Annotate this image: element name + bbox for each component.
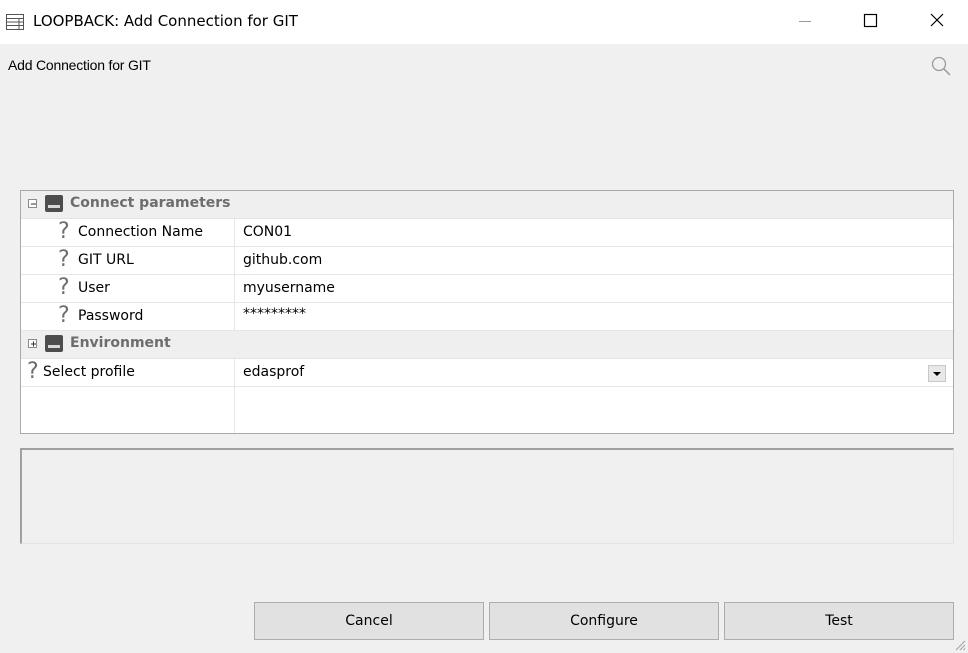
property-row-user[interactable]: ? User myusername bbox=[21, 275, 953, 303]
help-icon: ? bbox=[58, 247, 70, 272]
window-list-icon bbox=[6, 14, 24, 30]
category-environment[interactable]: Environment bbox=[21, 331, 953, 359]
column-divider bbox=[234, 359, 235, 387]
category-label: Connect parameters bbox=[70, 195, 231, 211]
description-panel bbox=[20, 448, 954, 544]
column-divider bbox=[234, 275, 235, 303]
category-label: Environment bbox=[70, 335, 171, 351]
minus-icon bbox=[31, 203, 36, 205]
chevron-down-icon bbox=[933, 372, 941, 376]
search-icon[interactable] bbox=[930, 55, 952, 77]
column-divider bbox=[234, 303, 235, 331]
minimize-icon bbox=[799, 21, 811, 22]
user-value[interactable]: myusername bbox=[243, 280, 335, 296]
category-connect-parameters[interactable]: Connect parameters bbox=[21, 191, 953, 219]
collapse-toggle[interactable] bbox=[28, 199, 37, 208]
category-icon bbox=[45, 195, 63, 212]
minimize-button[interactable] bbox=[782, 0, 828, 44]
help-icon: ? bbox=[58, 275, 70, 300]
password-value[interactable]: ********* bbox=[243, 306, 306, 322]
property-row-password[interactable]: ? Password ********* bbox=[21, 303, 953, 331]
property-name: Select profile bbox=[43, 364, 135, 380]
plus-icon bbox=[31, 341, 36, 347]
property-row-select-profile[interactable]: ? Select profile edasprof bbox=[21, 359, 953, 387]
property-name: Connection Name bbox=[78, 224, 203, 240]
help-icon: ? bbox=[58, 303, 70, 328]
property-row-connection-name[interactable]: ? Connection Name CON01 bbox=[21, 219, 953, 247]
property-name: Password bbox=[78, 308, 144, 324]
window-title: LOOPBACK: Add Connection for GIT bbox=[33, 12, 298, 30]
column-divider bbox=[234, 387, 235, 433]
property-row-git-url[interactable]: ? GIT URL github.com bbox=[21, 247, 953, 275]
maximize-button[interactable] bbox=[848, 0, 894, 44]
close-icon bbox=[930, 13, 944, 27]
title-bar: LOOPBACK: Add Connection for GIT bbox=[0, 0, 968, 44]
help-icon: ? bbox=[27, 359, 39, 384]
column-divider bbox=[234, 219, 235, 247]
resize-grip-icon[interactable] bbox=[952, 637, 966, 651]
profile-dropdown-button[interactable] bbox=[928, 365, 946, 382]
property-name: User bbox=[78, 280, 110, 296]
configure-button[interactable]: Configure bbox=[489, 602, 719, 640]
dialog-heading: Add Connection for GIT bbox=[8, 57, 151, 73]
column-divider bbox=[234, 247, 235, 275]
select-profile-value[interactable]: edasprof bbox=[243, 364, 304, 380]
cancel-button[interactable]: Cancel bbox=[254, 602, 484, 640]
grid-empty-area bbox=[21, 387, 953, 433]
help-icon: ? bbox=[58, 219, 70, 244]
property-grid: Connect parameters ? Connection Name CON… bbox=[20, 190, 954, 434]
property-name: GIT URL bbox=[78, 252, 134, 268]
maximize-icon bbox=[863, 13, 878, 28]
connection-name-value[interactable]: CON01 bbox=[243, 224, 292, 240]
category-icon bbox=[45, 335, 63, 352]
expand-toggle[interactable] bbox=[28, 339, 37, 348]
close-button[interactable] bbox=[914, 0, 960, 44]
test-button[interactable]: Test bbox=[724, 602, 954, 640]
git-url-value[interactable]: github.com bbox=[243, 252, 322, 268]
